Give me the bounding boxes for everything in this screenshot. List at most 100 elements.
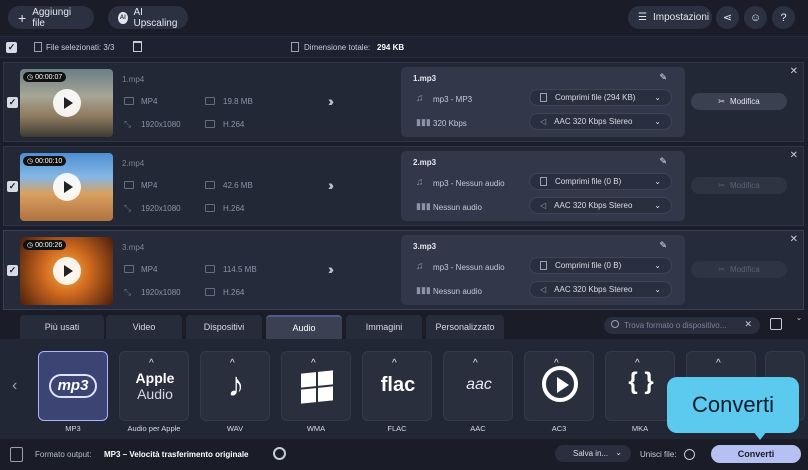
merge-files-toggle[interactable]	[684, 449, 695, 460]
size-file-icon	[291, 42, 299, 52]
file-checkbox[interactable]: ✓	[7, 97, 18, 108]
format-icon	[124, 181, 134, 189]
tab-dispositivi[interactable]: Dispositivi	[186, 315, 262, 339]
remove-file-icon[interactable]: ✕	[790, 150, 798, 161]
chevron-up-icon[interactable]: ^	[311, 358, 316, 369]
help-button[interactable]: ?	[772, 6, 795, 29]
file-row[interactable]: ✓ ◷ 00:00:26 3.mp4 MP4 114.5 MB ⤡ 1920x1…	[3, 230, 804, 310]
save-to-dropdown[interactable]: Salva in... ⌄	[555, 445, 631, 462]
play-icon[interactable]	[53, 173, 81, 201]
share-button[interactable]: ⋖	[716, 6, 739, 29]
ai-icon: AI	[118, 11, 128, 24]
collapse-button[interactable]: ⌄	[792, 313, 806, 325]
merge-files-label: Unisci file:	[640, 450, 677, 459]
video-thumbnail[interactable]: ◷ 00:00:26	[20, 237, 113, 305]
format-label: AC3	[551, 424, 567, 433]
edit-name-icon[interactable]: ✎	[659, 240, 667, 251]
settings-label: Impostazioni	[652, 12, 710, 23]
clear-search-icon[interactable]: ✕	[744, 319, 752, 330]
help-icon: ?	[780, 11, 787, 24]
remove-file-icon[interactable]: ✕	[790, 234, 798, 245]
tab-audio[interactable]: Audio	[266, 315, 342, 339]
music-note-icon: ♫	[416, 93, 424, 104]
windows-logo-icon	[301, 370, 333, 404]
file-checkbox[interactable]: ✓	[7, 265, 18, 276]
chevron-down-icon: ⌄	[654, 177, 661, 186]
output-panel: 3.mp3 ✎ ♫ mp3 - Nessun audio ▮▮▮ Nessun …	[401, 235, 685, 305]
format-tile-wav[interactable]: ^ ♪	[200, 351, 270, 421]
save-to-label: Salva in...	[573, 449, 609, 458]
chevron-down-icon: ⌄	[654, 117, 661, 126]
settings-button[interactable]: ☰ Impostazioni	[628, 6, 712, 29]
file-row[interactable]: ✓ ◷ 00:00:07 1.mp4 MP4 19.8 MB ⤡ 1920x10…	[3, 62, 804, 142]
remove-file-icon[interactable]: ✕	[790, 66, 798, 77]
output-filename: 1.mp3	[413, 74, 437, 83]
scissors-icon: ✂	[718, 97, 725, 106]
audio-label: AAC 320 Kbps Stereo	[554, 285, 633, 294]
format-search-input[interactable]: Trova formato o dispositivo... ✕	[604, 317, 760, 334]
output-format-label: Formato output:	[35, 450, 92, 459]
convert-arrow-icon: ›››	[328, 177, 334, 193]
play-icon[interactable]	[53, 257, 81, 285]
video-thumbnail[interactable]: ◷ 00:00:10	[20, 153, 113, 221]
audio-dropdown[interactable]: ◁ AAC 320 Kbps Stereo ⌄	[529, 197, 672, 214]
format-tile-audio-per-apple[interactable]: ^ Apple Audio	[119, 351, 189, 421]
format-label: Audio per Apple	[127, 424, 181, 433]
output-format: mp3 - MP3	[433, 95, 473, 104]
resolution-icon: ⤡	[124, 203, 132, 213]
add-files-button[interactable]: + Aggiungi file	[8, 6, 94, 29]
play-icon[interactable]	[53, 89, 81, 117]
format-label: WAV	[226, 424, 244, 433]
compress-dropdown[interactable]: Comprimi file (0 B) ⌄	[529, 257, 672, 274]
format-label: MP3	[65, 424, 81, 433]
tab-immagini[interactable]: Immagini	[346, 315, 422, 339]
format-tile-flac[interactable]: ^ flac	[362, 351, 432, 421]
format-tile-aac[interactable]: ^ aac	[443, 351, 513, 421]
output-bitrate: Nessun audio	[433, 203, 482, 212]
audio-dropdown[interactable]: ◁ AAC 320 Kbps Stereo ⌄	[529, 113, 672, 130]
video-thumbnail[interactable]: ◷ 00:00:07	[20, 69, 113, 137]
source-format: MP4	[141, 97, 158, 106]
file-row[interactable]: ✓ ◷ 00:00:10 2.mp4 MP4 42.6 MB ⤡ 1920x10…	[3, 146, 804, 226]
trash-icon[interactable]	[133, 41, 142, 52]
audio-dropdown[interactable]: ◁ AAC 320 Kbps Stereo ⌄	[529, 281, 672, 298]
format-label: FLAC	[387, 424, 407, 433]
file-checkbox[interactable]: ✓	[7, 181, 18, 192]
account-button[interactable]: ☺	[744, 6, 767, 29]
share-icon: ⋖	[722, 12, 733, 24]
compress-icon	[540, 261, 547, 270]
tab-video[interactable]: Video	[106, 315, 182, 339]
modify-button[interactable]: ✂ Modifica	[691, 261, 787, 278]
edit-name-icon[interactable]: ✎	[659, 156, 667, 167]
format-tile-mp3[interactable]: mp3	[38, 351, 108, 421]
source-codec: H.264	[223, 204, 245, 213]
chevron-up-icon[interactable]: ^	[392, 358, 397, 369]
compress-dropdown[interactable]: Comprimi file (294 KB) ⌄	[529, 89, 672, 106]
chevron-up-icon[interactable]: ^	[473, 358, 478, 369]
output-format: mp3 - Nessun audio	[433, 179, 505, 188]
format-settings-button[interactable]	[770, 318, 782, 330]
select-all-checkbox[interactable]: ✓	[6, 42, 17, 53]
chevron-up-icon[interactable]: ^	[149, 358, 154, 369]
tab-più-usati[interactable]: Più usati	[20, 315, 104, 339]
chevron-up-icon[interactable]: ^	[716, 358, 721, 369]
edit-name-icon[interactable]: ✎	[659, 72, 667, 83]
scroll-left-button[interactable]: ‹	[12, 377, 17, 395]
scissors-icon: ✂	[718, 181, 725, 190]
modify-button[interactable]: ✂ Modifica	[691, 177, 787, 194]
duration-badge: ◷ 00:00:07	[23, 72, 67, 82]
codec-icon	[205, 204, 215, 212]
tab-personalizzato[interactable]: Personalizzato	[426, 315, 504, 339]
format-tile-wma[interactable]: ^	[281, 351, 351, 421]
modify-button[interactable]: ✂ Modifica	[691, 93, 787, 110]
ai-upscaling-button[interactable]: AI AI Upscaling	[108, 6, 188, 29]
sliders-icon: ☰	[638, 12, 647, 23]
format-tile-ac3[interactable]: ^	[524, 351, 594, 421]
format-tile-mka[interactable]: ^{ }	[605, 351, 675, 421]
source-size: 19.8 MB	[223, 97, 253, 106]
convert-arrow-icon: ›››	[328, 93, 334, 109]
compress-dropdown[interactable]: Comprimi file (0 B) ⌄	[529, 173, 672, 190]
convert-button[interactable]: Converti	[711, 445, 801, 463]
source-format: MP4	[141, 265, 158, 274]
output-settings-gear-icon[interactable]	[273, 447, 286, 460]
